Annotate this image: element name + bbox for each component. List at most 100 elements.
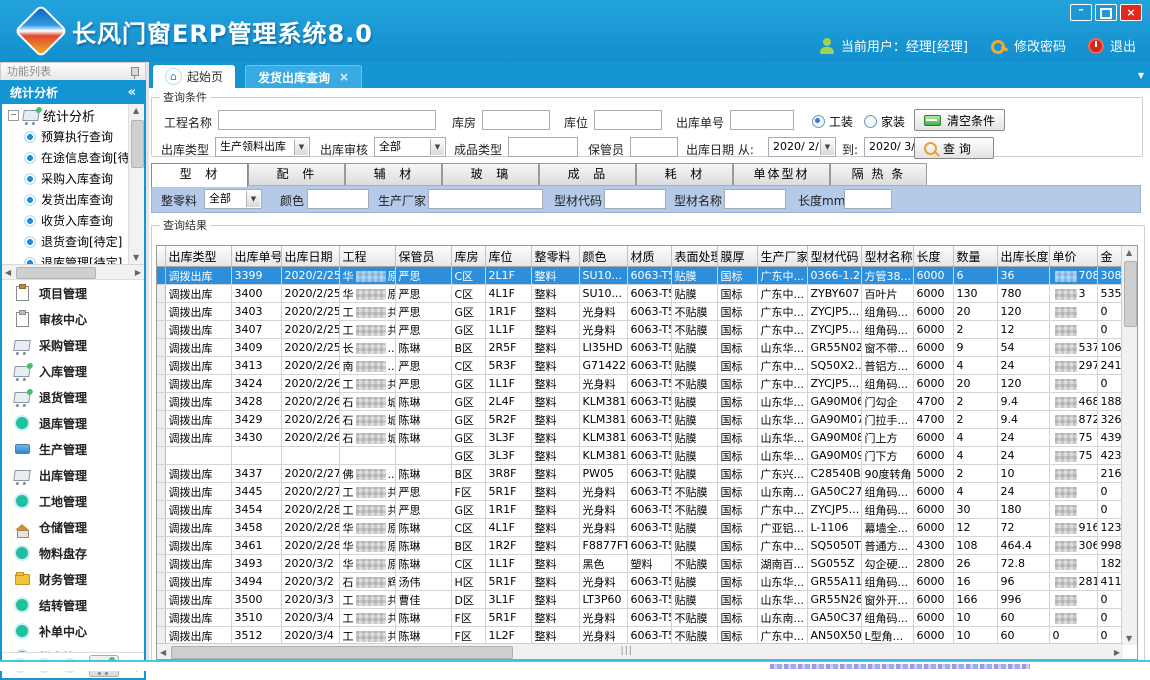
grid-vertical-scrollbar[interactable]: ▲ ▼: [1121, 246, 1137, 645]
material-tab-隔热条[interactable]: 隔 热 条: [830, 163, 927, 185]
project-name-input[interactable]: [218, 110, 436, 130]
audit-select[interactable]: 全部 ▼: [374, 137, 446, 157]
table-row[interactable]: 调拨出库34582020/2/28华原...陈琳C区4L1F整料光身料6063-…: [157, 519, 1123, 537]
sidebar-item-仓储管理[interactable]: 仓储管理: [2, 514, 144, 540]
tree-item[interactable]: 在途信息查询[待: [2, 147, 144, 168]
tree-item[interactable]: 发货出库查询: [2, 189, 144, 210]
sidebar-item-入库管理[interactable]: 入库管理: [2, 358, 144, 384]
sidebar-item-出库管理[interactable]: 出库管理: [2, 462, 144, 488]
material-tab-配件[interactable]: 配 件: [248, 163, 345, 185]
location-input[interactable]: [594, 110, 662, 130]
logout-button[interactable]: 退出: [1088, 36, 1136, 55]
tree-horizontal-scrollbar[interactable]: ◀ ▶: [2, 265, 144, 280]
column-header-型材代码[interactable]: 型材代码: [807, 246, 861, 267]
column-header-型材名称[interactable]: 型材名称: [861, 246, 913, 267]
column-header-出库日期[interactable]: 出库日期: [281, 246, 339, 267]
warehouse-input[interactable]: [482, 110, 550, 130]
column-header-保管员[interactable]: 保管员: [395, 246, 451, 267]
sidebar-item-采购管理[interactable]: 采购管理: [2, 332, 144, 358]
length-input[interactable]: [844, 189, 892, 209]
minimize-button[interactable]: –: [1070, 4, 1092, 21]
tree-root[interactable]: − 统计分析: [2, 104, 144, 126]
column-header-出库长度[interactable]: 出库长度: [997, 246, 1049, 267]
column-header-单价[interactable]: 单价: [1049, 246, 1097, 267]
scroll-right-icon[interactable]: ▶: [1114, 648, 1120, 657]
scroll-right-icon[interactable]: ▶: [135, 268, 141, 277]
radio-gongzhuang[interactable]: 工装: [812, 113, 853, 130]
table-row[interactable]: 调拨出库34242020/2/26工共工程严思G区1L1F整料光身料6063-T…: [157, 375, 1123, 393]
sidebar-item-项目管理[interactable]: 项目管理: [2, 280, 144, 306]
color-input[interactable]: [307, 189, 369, 209]
material-tab-成品[interactable]: 成 品: [539, 163, 636, 185]
scrollbar-thumb[interactable]: [171, 646, 513, 659]
table-row[interactable]: 调拨出库34452020/2/27工共工程严思F区5R1F整料光身料6063-T…: [157, 483, 1123, 501]
scroll-down-icon[interactable]: ▼: [1126, 634, 1132, 643]
date-from-select[interactable]: 2020/ 2/16 ▼: [768, 137, 836, 157]
tree-expander-icon[interactable]: −: [8, 110, 19, 121]
column-header-整零料[interactable]: 整零料: [531, 246, 579, 267]
column-header-出库单号[interactable]: 出库单号: [231, 246, 281, 267]
material-tab-单体型材[interactable]: 单体型材: [733, 163, 830, 185]
table-row[interactable]: 调拨出库34612020/2/28华原...陈琳B区1R2F整料F8877FT6…: [157, 537, 1123, 555]
table-row[interactable]: 调拨出库34092020/2/25长...陈琳B区2R5F整料LI35HD606…: [157, 339, 1123, 357]
table-row[interactable]: 调拨出库35002020/3/3工共工程曹佳D区3L1F整料LT3P606063…: [157, 591, 1123, 609]
material-tab-玻璃[interactable]: 玻 璃: [442, 163, 539, 185]
sidebar-item-退货管理[interactable]: 退货管理: [2, 384, 144, 410]
close-tab-icon[interactable]: ×: [339, 70, 349, 84]
keeper-input[interactable]: [630, 137, 678, 157]
tree-item[interactable]: 退库管理[待定]: [2, 252, 144, 265]
order-no-input[interactable]: [730, 110, 794, 130]
column-header-数量[interactable]: 数量: [953, 246, 997, 267]
scrollbar-thumb[interactable]: [131, 120, 144, 168]
column-header-生产厂家[interactable]: 生产厂家: [757, 246, 807, 267]
sidebar-item-结转管理[interactable]: 结转管理: [2, 592, 144, 618]
sidebar-item-财务管理[interactable]: 财务管理: [2, 566, 144, 592]
column-header-工程[interactable]: 工程: [339, 246, 395, 267]
maximize-button[interactable]: [1095, 4, 1117, 21]
clear-conditions-button[interactable]: 清空条件: [914, 109, 1005, 131]
material-tab-型材[interactable]: 型 材: [151, 163, 248, 187]
column-header-库位[interactable]: 库位: [485, 246, 531, 267]
maker-input[interactable]: [428, 189, 543, 209]
tab-起始页[interactable]: ⌂起始页: [153, 65, 235, 88]
table-row[interactable]: 调拨出库35122020/3/4工共工程陈琳F区1L2F整料光身料6063-T5…: [157, 627, 1123, 645]
tab-overflow-arrow-icon[interactable]: ▼: [1138, 71, 1144, 80]
sidebar-item-退库管理[interactable]: 退库管理: [2, 410, 144, 436]
table-row[interactable]: 调拨出库34032020/2/25工共工程严思G区1R1F整料光身料6063-T…: [157, 303, 1123, 321]
sidebar-item-审核中心[interactable]: 审核中心: [2, 306, 144, 332]
sidebar-item-补单中心[interactable]: 补单中心: [2, 618, 144, 644]
tree-item[interactable]: 收货入库查询: [2, 210, 144, 231]
radio-jiazhuang[interactable]: 家装: [864, 113, 905, 130]
table-row[interactable]: 调拨出库34002020/2/25华原...严思C区4L1F整料SU10...6…: [157, 285, 1123, 303]
scroll-left-icon[interactable]: ◀: [160, 648, 166, 657]
scrollbar-thumb[interactable]: [16, 267, 96, 279]
table-row[interactable]: 调拨出库34282020/2/26石城陈琳G区2L4F整料KLM38176063…: [157, 393, 1123, 411]
whole-part-select[interactable]: 全部 ▼: [204, 189, 262, 209]
product-type-input[interactable]: [508, 137, 578, 157]
collapse-icon[interactable]: «: [128, 82, 136, 104]
material-tab-辅材[interactable]: 辅 材: [345, 163, 442, 185]
material-tab-耗材[interactable]: 耗 材: [636, 163, 733, 185]
sidebar-item-工地管理[interactable]: 工地管理: [2, 488, 144, 514]
sidebar-section-header[interactable]: 统计分析 «: [2, 82, 144, 104]
splitter-grip-icon[interactable]: |||: [621, 646, 633, 656]
tree-item[interactable]: 退货查询[待定]: [2, 231, 144, 252]
sidebar-item-生产管理[interactable]: 生产管理: [2, 436, 144, 462]
column-header-表面处理[interactable]: 表面处理: [671, 246, 717, 267]
table-row[interactable]: G区3L3F整料KLM38176063-T5贴膜国标山东华...GA90M09.…: [157, 447, 1123, 465]
scroll-down-icon[interactable]: ▼: [133, 253, 139, 262]
sidebar-item-物料盘存[interactable]: 物料盘存: [2, 540, 144, 566]
close-button[interactable]: ×: [1120, 4, 1142, 21]
scroll-left-icon[interactable]: ◀: [5, 268, 11, 277]
change-password-button[interactable]: 修改密码: [990, 36, 1066, 55]
scrollbar-thumb[interactable]: [1124, 261, 1137, 327]
tab-发货出库查询[interactable]: 发货出库查询×: [245, 65, 362, 88]
column-header-材质[interactable]: 材质: [627, 246, 671, 267]
table-row[interactable]: 调拨出库34302020/2/26石城陈琳G区3L3F整料KLM38176063…: [157, 429, 1123, 447]
column-header-库房[interactable]: 库房: [451, 246, 485, 267]
column-header-颜色[interactable]: 颜色: [579, 246, 627, 267]
column-header-金[interactable]: 金: [1097, 246, 1123, 267]
profile-name-input[interactable]: [724, 189, 786, 209]
table-row[interactable]: 调拨出库34072020/2/25工共工程严思G区1L1F整料光身料6063-T…: [157, 321, 1123, 339]
column-header-膜厚[interactable]: 膜厚: [717, 246, 757, 267]
